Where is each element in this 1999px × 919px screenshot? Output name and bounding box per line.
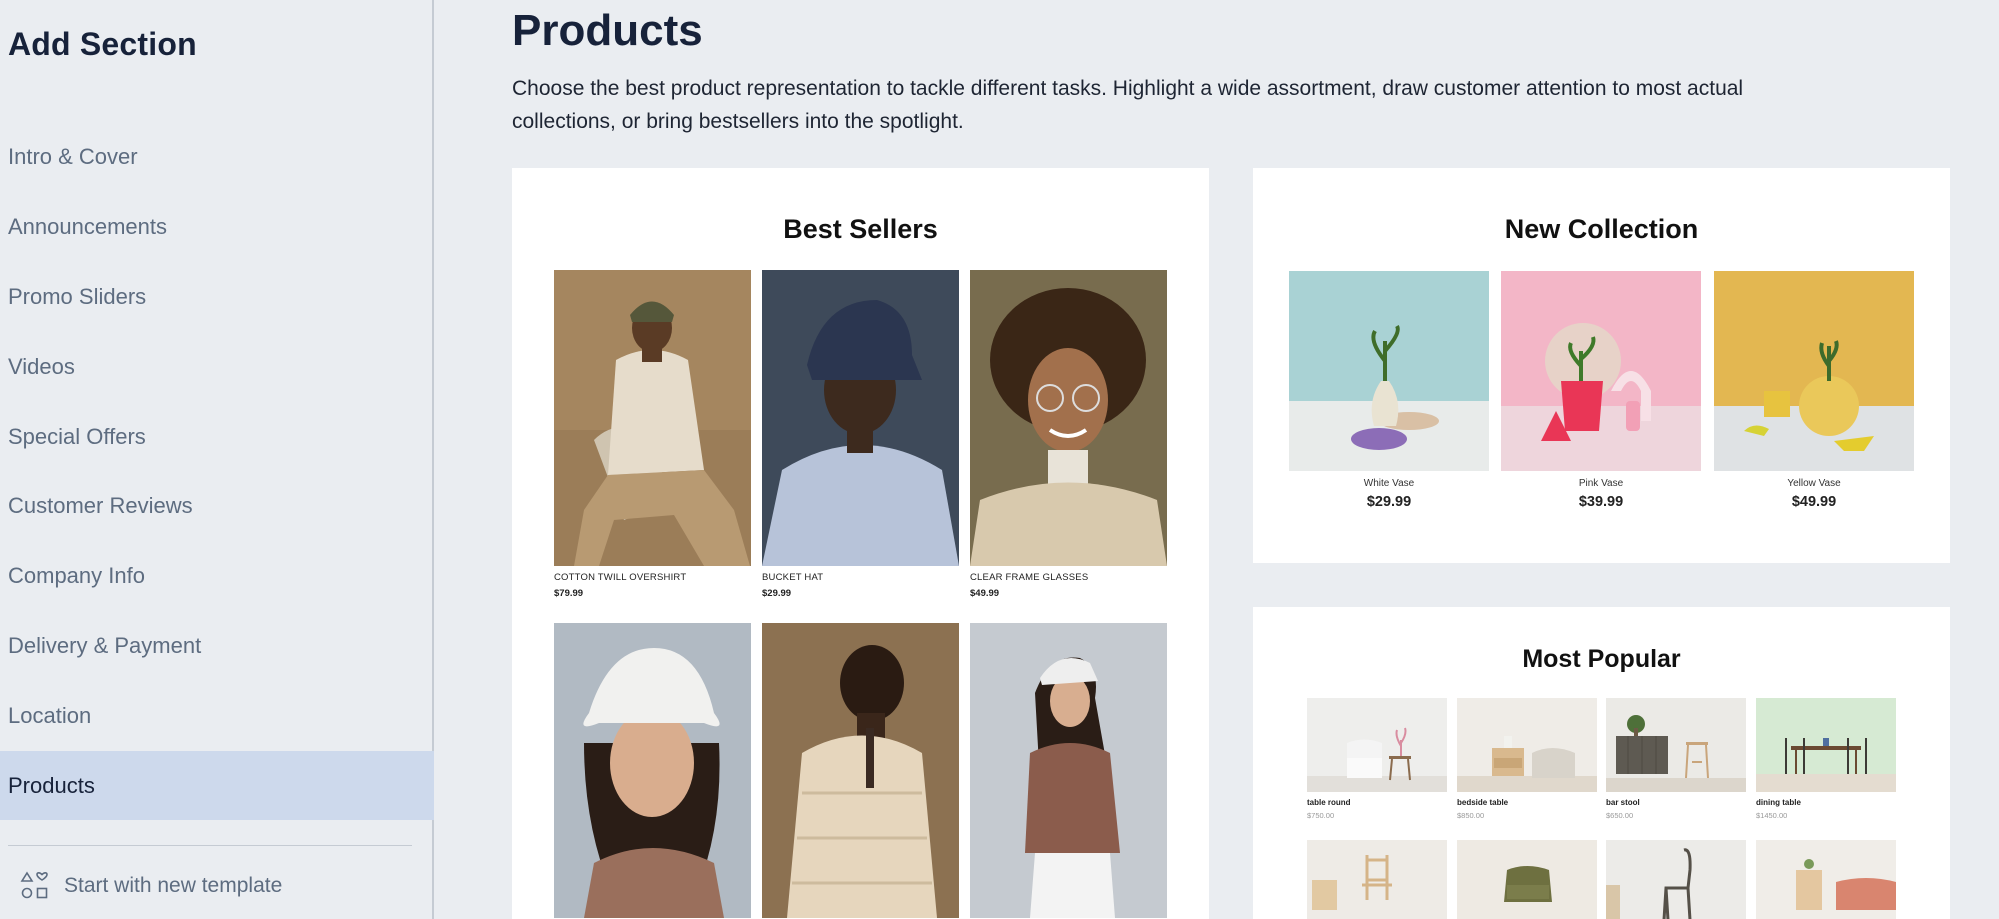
sidebar-item-videos[interactable]: Videos [0, 333, 434, 401]
product-image-pink-vase [1501, 271, 1701, 471]
product-name: table round [1307, 798, 1351, 807]
sidebar-item-customer-reviews[interactable]: Customer Reviews [0, 472, 434, 540]
page-description: Choose the best product representation t… [512, 77, 1744, 133]
page-title: Products [512, 6, 703, 55]
sidebar-item-announcements[interactable]: Announcements [0, 193, 434, 261]
product-image-puffer [762, 623, 959, 918]
sidebar-title: Add Section [8, 26, 197, 62]
product-name: COTTON TWILL OVERSHIRT [554, 572, 687, 583]
sidebar-item-promo-sliders[interactable]: Promo Sliders [0, 263, 434, 331]
product-image-overshirt [554, 270, 751, 566]
product-image-armchair [1457, 840, 1597, 919]
product-image-side-chair [1606, 840, 1746, 919]
product-name: Yellow Vase [1787, 478, 1841, 489]
product-name: bedside table [1457, 798, 1509, 807]
product-image-white-hat [554, 623, 751, 918]
new-collection-template-card[interactable]: New Collection White Vase $29.99 Pink Va… [1253, 168, 1950, 563]
product-name: dining table [1756, 798, 1801, 807]
sidebar-item-intro-cover[interactable]: Intro & Cover [0, 123, 434, 191]
product-name: BUCKET HAT [762, 572, 824, 583]
product-price: $650.00 [1606, 811, 1634, 820]
start-new-template-button[interactable]: Start with new template [20, 868, 282, 904]
product-price: $750.00 [1307, 811, 1335, 820]
product-price: $29.99 [762, 588, 792, 599]
start-new-template-label: Start with new template [64, 874, 283, 897]
product-name: bar stool [1606, 798, 1640, 807]
product-image-sofa [1756, 840, 1896, 919]
sidebar: Add Section Intro & Cover Announcements … [0, 0, 434, 919]
product-image-yellow-vase [1714, 271, 1914, 471]
product-price: $79.99 [554, 588, 584, 599]
shapes-icon [20, 871, 50, 901]
product-image-glasses [970, 270, 1167, 566]
sidebar-item-company-info[interactable]: Company Info [0, 542, 434, 610]
best-sellers-template-card[interactable]: Best Sellers COTTON TWILL OVERSHIRT $79.… [512, 168, 1209, 919]
product-price: $1450.00 [1756, 811, 1788, 820]
product-price: $49.99 [970, 588, 1000, 599]
sidebar-item-special-offers[interactable]: Special Offers [0, 403, 434, 471]
product-price: $39.99 [1578, 494, 1624, 510]
product-image-dining-table [1756, 698, 1896, 792]
product-image-bedside-table [1457, 698, 1597, 792]
product-price: $850.00 [1457, 811, 1485, 820]
product-image-bar-stool [1606, 698, 1746, 792]
product-name: White Vase [1363, 478, 1415, 489]
sidebar-item-products[interactable]: Products [0, 751, 434, 820]
product-name: Pink Vase [1578, 478, 1624, 489]
product-price: $29.99 [1366, 494, 1412, 510]
sidebar-divider [8, 845, 412, 846]
product-price: $49.99 [1791, 494, 1837, 510]
most-popular-template-card[interactable]: Most Popular table round $750.00 bedside… [1253, 607, 1950, 919]
product-image-white-vase [1289, 271, 1489, 471]
product-image-table-round [1307, 698, 1447, 792]
best-sellers-title: Best Sellers [783, 214, 938, 244]
sidebar-item-location[interactable]: Location [0, 682, 434, 750]
sidebar-item-delivery-payment[interactable]: Delivery & Payment [0, 612, 434, 680]
product-image-wood-chair [1307, 840, 1447, 919]
product-image-bucket-hat [762, 270, 959, 566]
new-collection-title: New Collection [1504, 214, 1699, 244]
product-name: CLEAR FRAME GLASSES [970, 572, 1089, 583]
product-image-brown-top [970, 623, 1167, 918]
most-popular-title: Most Popular [1522, 645, 1681, 673]
